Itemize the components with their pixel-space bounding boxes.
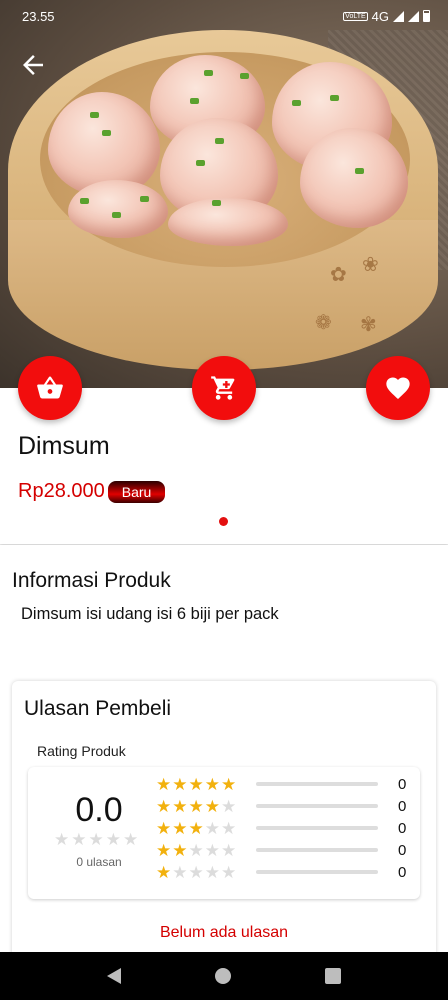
cart-icon (211, 376, 235, 400)
reviews-card: Ulasan Pembeli Rating Produk 0.0 ★ ★ ★ ★ ★ 0… (12, 681, 436, 961)
star-icon: ★ (221, 796, 237, 816)
star-icon: ★ (204, 774, 220, 794)
rating-row-stars: ★ ★ ★ ★ ★ (156, 798, 256, 815)
star-icon: ★ (172, 862, 188, 882)
rating-bar (256, 804, 378, 808)
star-icon: ★ (204, 862, 220, 882)
rating-bar (256, 826, 378, 830)
rating-row-stars: ★ ★ ★ ★ ★ (156, 842, 256, 859)
rating-count: 0 (398, 863, 407, 881)
average-score: 0.0 (75, 791, 123, 829)
star-icon: ★ (172, 840, 188, 860)
star-icon: ★ (105, 830, 121, 849)
star-icon: ★ (54, 830, 70, 849)
star-icon: ★ (221, 774, 237, 794)
product-price: Rp28.000 (18, 480, 105, 502)
star-icon: ★ (123, 830, 139, 849)
rating-row-stars: ★ ★ ★ ★ ★ (156, 864, 256, 881)
info-title: Informasi Produk (12, 569, 171, 592)
rating-row-5: ★ ★ ★ ★ ★ 0 (156, 773, 406, 795)
nav-home-icon[interactable] (215, 968, 231, 984)
star-icon: ★ (172, 818, 188, 838)
rating-row-3: ★ ★ ★ ★ ★ 0 (156, 817, 406, 839)
star-icon: ★ (188, 774, 204, 794)
star-icon: ★ (204, 818, 220, 838)
status-time: 23.55 (22, 8, 55, 24)
rating-row-2: ★ ★ ★ ★ ★ 0 (156, 839, 406, 861)
back-button[interactable] (18, 50, 48, 80)
rating-bar (256, 848, 378, 852)
nav-recents-icon[interactable] (325, 968, 341, 984)
star-icon: ★ (188, 796, 204, 816)
star-icon: ★ (188, 840, 204, 860)
product-image: ✿ ❀ ❁ ✾ (0, 0, 448, 388)
no-review-text: Belum ada ulasan (159, 924, 289, 941)
rating-breakdown: ★ ★ ★ ★ ★ 0 ★ ★ ★ ★ ★ 0 ★ ★ ★ ★ ★ 0 ★ ★ ★ ★ ★ 0 ★ ★ ★ ★ ★ 0 (156, 773, 406, 883)
rating-row-stars: ★ ★ ★ ★ ★ (156, 820, 256, 837)
rating-row-1: ★ ★ ★ ★ ★ 0 (156, 861, 406, 883)
product-name: Dimsum (18, 432, 110, 460)
carousel-indicator (219, 517, 228, 526)
rating-bar (256, 782, 378, 786)
review-count: 0 ulasan (76, 855, 122, 869)
volte-icon: VoLTE (343, 11, 368, 21)
status-bar: 23.55 VoLTE 4G (0, 0, 448, 32)
reviews-title: Ulasan Pembeli (24, 697, 172, 720)
star-icon: ★ (156, 774, 172, 794)
system-nav-bar (0, 952, 448, 1000)
star-icon: ★ (188, 818, 204, 838)
product-info-section: Informasi Produk Dimsum isi udang isi 6 … (0, 545, 448, 961)
rating-row-stars: ★ ★ ★ ★ ★ (156, 776, 256, 793)
star-icon: ★ (156, 818, 172, 838)
rating-bar (256, 870, 378, 874)
signal-icon (393, 10, 404, 22)
rating-count: 0 (398, 775, 407, 793)
price-row: Rp28.000 Baru (18, 480, 166, 503)
star-icon: ★ (188, 862, 204, 882)
arrow-left-icon (23, 55, 43, 75)
network-type: 4G (371, 8, 389, 24)
star-icon: ★ (204, 840, 220, 860)
rating-summary: 0.0 ★ ★ ★ ★ ★ 0 ulasan ★ ★ ★ ★ ★ 0 ★ ★ ★ ★ ★ 0 ★ ★ ★ ★ ★ 0 ★ ★ ★… (28, 767, 420, 899)
signal-icon-2 (408, 10, 419, 22)
buy-now-button[interactable] (18, 356, 82, 420)
average-stars: ★ ★ ★ ★ ★ (54, 831, 138, 848)
nav-back-icon[interactable] (107, 968, 121, 984)
rating-count: 0 (398, 819, 407, 837)
rating-row-4: ★ ★ ★ ★ ★ 0 (156, 795, 406, 817)
star-icon: ★ (156, 862, 172, 882)
star-icon: ★ (156, 796, 172, 816)
favorite-button[interactable] (366, 356, 430, 420)
battery-icon (423, 10, 430, 22)
rating-count: 0 (398, 797, 407, 815)
star-icon: ★ (172, 774, 188, 794)
star-icon: ★ (221, 862, 237, 882)
heart-icon (386, 377, 410, 399)
info-description: Dimsum isi udang isi 6 biji per pack (21, 605, 279, 623)
rating-count: 0 (398, 841, 407, 859)
add-to-cart-button[interactable] (192, 356, 256, 420)
star-icon: ★ (204, 796, 220, 816)
star-icon: ★ (221, 840, 237, 860)
new-badge: Baru (107, 480, 166, 503)
star-icon: ★ (172, 796, 188, 816)
star-icon: ★ (71, 830, 87, 849)
basket-icon (37, 376, 63, 399)
rating-label: Rating Produk (37, 743, 126, 759)
star-icon: ★ (221, 818, 237, 838)
star-icon: ★ (88, 830, 104, 849)
star-icon: ★ (156, 840, 172, 860)
